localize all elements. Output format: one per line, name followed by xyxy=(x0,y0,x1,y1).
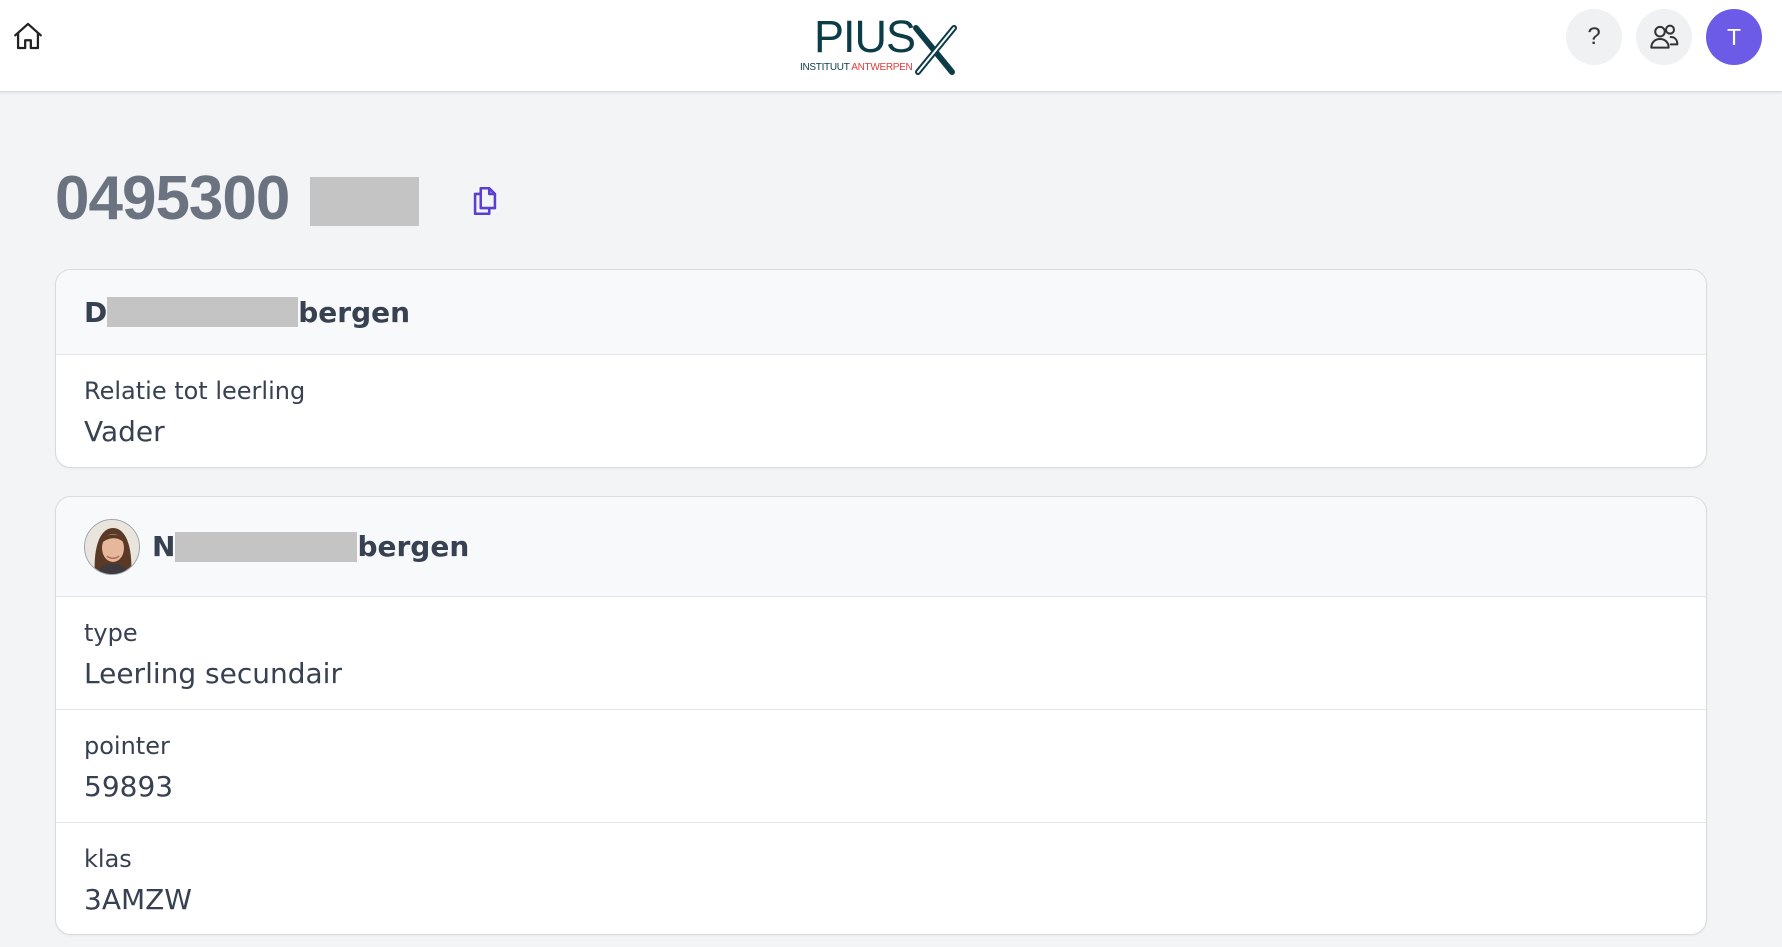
redacted-block xyxy=(310,177,419,226)
field-value: 3AMZW xyxy=(84,883,192,916)
student-name-start: N xyxy=(152,530,176,563)
field-row-type: type Leerling secundair xyxy=(56,597,1706,710)
switch-user-button[interactable] xyxy=(1636,9,1692,65)
field-value: 59893 xyxy=(84,770,174,803)
student-card-header[interactable]: N bergen xyxy=(56,497,1706,597)
student-avatar xyxy=(84,518,140,575)
field-row-klas: klas 3AMZW xyxy=(56,823,1706,934)
page-title: 0495300 xyxy=(55,164,290,233)
contact-card-header[interactable]: D bergen xyxy=(56,270,1706,355)
copy-button[interactable] xyxy=(468,183,502,219)
student-card: N bergen type Leerling secundair pointer… xyxy=(55,496,1707,935)
redacted-block xyxy=(175,531,358,562)
home-button[interactable] xyxy=(8,16,48,56)
field-row-relatie: Relatie tot leerling Vader xyxy=(56,355,1706,467)
field-label: type xyxy=(84,619,138,647)
top-bar: PIUS INSTITUUT ANTWERPEN ? T xyxy=(0,0,1782,92)
contact-card: D bergen Relatie tot leerling Vader xyxy=(55,269,1707,468)
field-label: klas xyxy=(84,845,132,873)
user-avatar-button[interactable]: T xyxy=(1706,9,1762,65)
logo-subtitle-instituut: INSTITUUT xyxy=(800,62,852,73)
avatar-initial: T xyxy=(1726,23,1742,50)
field-label: pointer xyxy=(84,732,170,760)
contact-name-end: bergen xyxy=(298,295,411,329)
logo-x-mark xyxy=(913,25,957,75)
field-value: Leerling secundair xyxy=(84,657,342,690)
logo-subtitle: INSTITUUT ANTWERPEN xyxy=(800,62,913,73)
pius-logo[interactable]: PIUS INSTITUUT ANTWERPEN xyxy=(798,12,964,78)
field-row-pointer: pointer 59893 xyxy=(56,710,1706,823)
home-icon xyxy=(14,22,42,50)
logo-subtitle-antwerpen: ANTWERPEN xyxy=(851,62,913,73)
copy-icon xyxy=(473,186,497,216)
student-name-end: bergen xyxy=(357,530,470,563)
logo-text: PIUS xyxy=(814,11,916,62)
help-icon: ? xyxy=(1587,23,1601,50)
field-value: Vader xyxy=(84,415,165,448)
redacted-block xyxy=(107,297,299,327)
contact-name-start: D xyxy=(84,295,108,329)
help-button[interactable]: ? xyxy=(1566,9,1622,65)
users-icon xyxy=(1650,24,1679,49)
field-label: Relatie tot leerling xyxy=(84,377,306,405)
